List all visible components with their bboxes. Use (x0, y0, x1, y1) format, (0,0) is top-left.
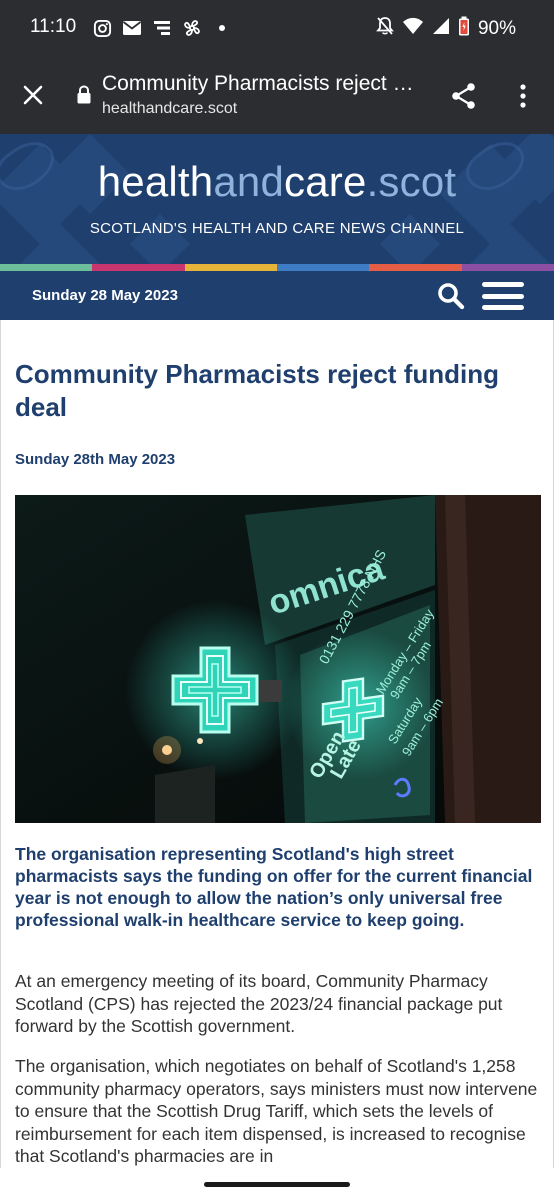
logo-part-and: and (213, 158, 285, 205)
battery-icon (458, 16, 470, 41)
logo-part-scot: .scot (366, 158, 457, 205)
article-title: Community Pharmacists reject funding dea… (15, 359, 499, 422)
lock-icon[interactable] (76, 85, 92, 105)
menu-line (482, 282, 524, 287)
color-strip (0, 264, 554, 271)
menu-line (482, 293, 524, 299)
status-time: 11:10 (30, 16, 77, 37)
system-icons: 90% (376, 16, 516, 41)
strip-segment (184, 264, 277, 271)
notification-icons (92, 18, 232, 38)
strip-segment (276, 264, 370, 271)
strip-segment (92, 264, 185, 271)
date-bar: Sunday 28 May 2023 (0, 271, 554, 320)
mail-icon (122, 18, 142, 38)
url-text[interactable]: healthandcare.scot (102, 100, 237, 118)
logo-part-health: health (97, 158, 214, 205)
site-header: healthandcare.scot SCOTLAND'S HEALTH AND… (0, 134, 554, 264)
instagram-icon (92, 18, 112, 38)
share-icon[interactable] (448, 80, 480, 112)
strip-segment (369, 264, 462, 271)
bell-off-icon (376, 16, 394, 41)
article-paragraph: The organisation, which negotiates on be… (15, 1056, 538, 1166)
strip-segment (0, 264, 93, 271)
article-image[interactable]: omnica 0131 229 7778 NHS Monday – Friday… (15, 495, 541, 823)
search-icon[interactable] (436, 281, 466, 311)
battery-percent: 90% (477, 17, 516, 39)
close-icon[interactable] (18, 80, 48, 110)
article: Community Pharmacists reject funding dea… (0, 320, 554, 1168)
menu-icon[interactable] (482, 282, 524, 310)
strip-segment (461, 264, 554, 271)
signal-icon (432, 17, 450, 40)
wifi-icon (402, 17, 424, 40)
article-date: Sunday 28th May 2023 (15, 451, 176, 468)
logo-part-care: care (284, 158, 367, 205)
article-lead: The organisation representing Scotland's… (15, 844, 533, 930)
fan-icon (182, 18, 202, 38)
more-vert-icon[interactable] (508, 80, 538, 112)
site-logo[interactable]: healthandcare.scot (0, 158, 554, 206)
status-bar: 11:10 90% (0, 0, 554, 56)
dot-icon (212, 18, 232, 38)
home-handle[interactable] (204, 1182, 350, 1187)
site-tagline: SCOTLAND'S HEALTH AND CARE NEWS CHANNEL (89, 220, 465, 237)
gesture-nav-bar (0, 1168, 554, 1200)
notification-stack-icon (152, 18, 172, 38)
article-paragraph: At an emergency meeting of its board, Co… (15, 971, 503, 1036)
page-title[interactable]: Community Pharmacists reject … (102, 72, 414, 96)
menu-line (482, 305, 524, 310)
browser-toolbar: Community Pharmacists reject … healthand… (0, 56, 554, 134)
header-date: Sunday 28 May 2023 (32, 287, 178, 304)
